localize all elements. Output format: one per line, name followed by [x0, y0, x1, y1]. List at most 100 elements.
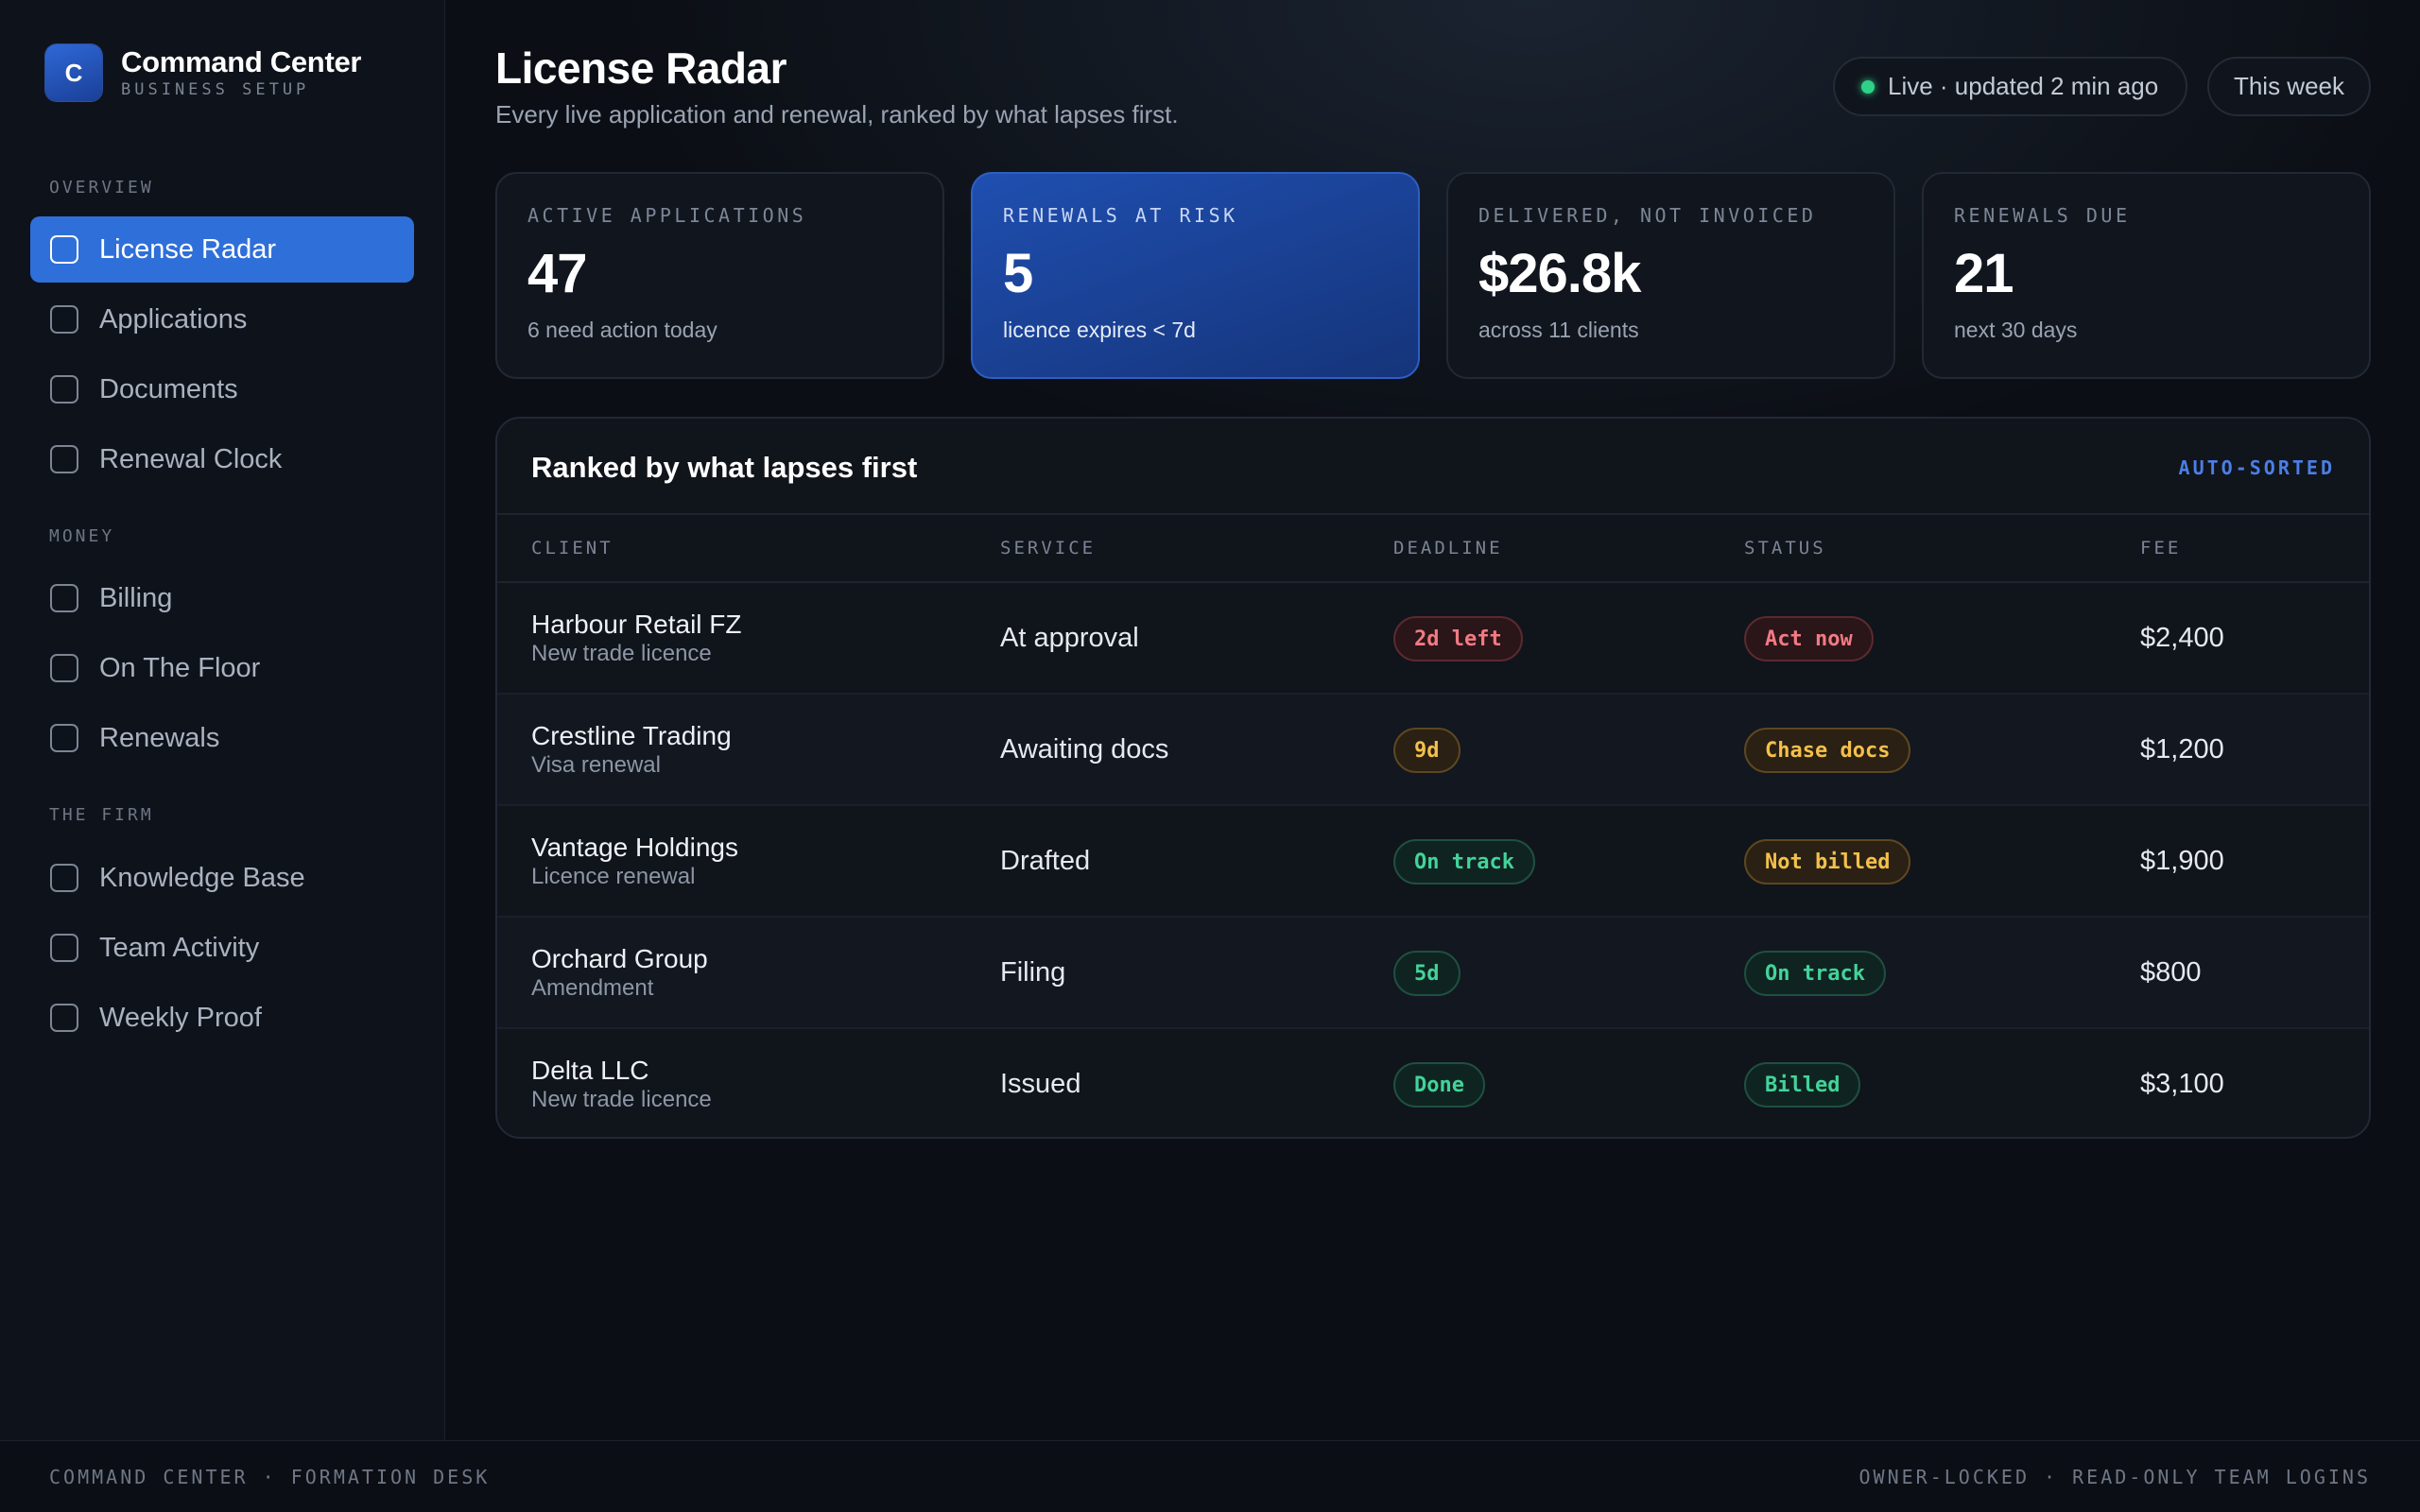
checkbox-icon [50, 724, 78, 752]
brand[interactable]: C Command Center BUSINESS SETUP [45, 44, 361, 101]
status-badge: Chase docs [1744, 728, 1911, 773]
status-badge: On track [1744, 951, 1886, 996]
sidebar-item-renewals[interactable]: Renewals [30, 705, 414, 771]
sidebar-item-label: Renewal Clock [99, 443, 283, 474]
live-status-text: Live · updated 2 min ago [1888, 72, 2159, 100]
stat-card-active-applications[interactable]: ACTIVE APPLICATIONS 47 6 need action tod… [495, 172, 944, 379]
checkbox-icon [50, 584, 78, 612]
stat-value: 5 [1003, 243, 1033, 304]
brand-logo: C [45, 44, 102, 101]
table-row[interactable]: Vantage Holdings Licence renewal Drafted… [497, 806, 2369, 918]
deadline-badge: Done [1393, 1062, 1485, 1108]
fee-value: $1,200 [2140, 734, 2224, 765]
auto-sorted-tag: AUTO-SORTED [2178, 456, 2335, 479]
status-badge: Not billed [1744, 839, 1911, 885]
client-service-type: New trade licence [531, 641, 712, 666]
table-title: Ranked by what lapses first [531, 451, 918, 484]
stat-note: 6 need action today [527, 318, 717, 342]
footer-left-text: COMMAND CENTER · FORMATION DESK [49, 1466, 491, 1488]
client-service-type: Licence renewal [531, 864, 696, 889]
column-header-status[interactable]: STATUS [1744, 538, 1826, 558]
service-stage: Filing [1000, 957, 1066, 988]
sidebar-item-renewal-clock[interactable]: Renewal Clock [30, 426, 414, 492]
checkbox-icon [50, 305, 78, 334]
service-stage: Awaiting docs [1000, 734, 1169, 765]
checkbox-icon [50, 445, 78, 473]
client-service-type: Visa renewal [531, 752, 661, 778]
sidebar-item-documents[interactable]: Documents [30, 356, 414, 422]
live-dot-icon [1861, 79, 1875, 94]
column-header-fee[interactable]: FEE [2140, 538, 2181, 558]
nav-section-overview: OVERVIEW [49, 178, 154, 198]
stat-note: across 11 clients [1478, 318, 1639, 342]
status-badge: Billed [1744, 1062, 1861, 1108]
stat-card-renewals-due[interactable]: RENEWALS DUE 21 next 30 days [1922, 172, 2371, 379]
page-title: License Radar [495, 43, 786, 93]
sidebar-item-weekly-proof[interactable]: Weekly Proof [30, 985, 414, 1051]
fee-value: $1,900 [2140, 846, 2224, 876]
table-header: CLIENT SERVICE DEADLINE STATUS FEE [497, 513, 2369, 583]
client-name: Delta LLC [531, 1056, 649, 1085]
table-row[interactable]: Delta LLC New trade licence Issued Done … [497, 1029, 2369, 1137]
client-name: Crestline Trading [531, 721, 732, 750]
checkbox-icon [50, 864, 78, 892]
checkbox-icon [50, 654, 78, 682]
column-header-client[interactable]: CLIENT [531, 538, 614, 558]
deadline-badge: 9d [1393, 728, 1461, 773]
live-status-pill: Live · updated 2 min ago [1833, 57, 2187, 116]
service-stage: At approval [1000, 623, 1139, 653]
checkbox-icon [50, 1004, 78, 1032]
checkbox-icon [50, 235, 78, 264]
sidebar-item-applications[interactable]: Applications [30, 286, 414, 352]
status-badge: Act now [1744, 616, 1874, 662]
sidebar: C Command Center BUSINESS SETUP OVERVIEW… [0, 0, 445, 1441]
client-name: Orchard Group [531, 944, 708, 973]
service-stage: Issued [1000, 1069, 1081, 1099]
sidebar-item-label: Team Activity [99, 932, 260, 963]
sidebar-item-license-radar[interactable]: License Radar [30, 216, 414, 283]
sidebar-item-label: Knowledge Base [99, 862, 305, 893]
stat-note: next 30 days [1954, 318, 2078, 342]
nav-section-money: MONEY [49, 526, 115, 546]
column-header-service[interactable]: SERVICE [1000, 538, 1096, 558]
footer: COMMAND CENTER · FORMATION DESK OWNER-LO… [0, 1440, 2420, 1512]
checkbox-icon [50, 375, 78, 404]
service-stage: Drafted [1000, 846, 1091, 876]
page-subtitle: Every live application and renewal, rank… [495, 100, 1179, 129]
stat-card-renewals-at-risk[interactable]: RENEWALS AT RISK 5 licence expires < 7d [971, 172, 1420, 379]
table-row[interactable]: Harbour Retail FZ New trade licence At a… [497, 583, 2369, 695]
stat-label: RENEWALS DUE [1954, 204, 2131, 227]
sidebar-item-label: On The Floor [99, 652, 261, 683]
stat-value: 21 [1954, 243, 2014, 304]
table-row[interactable]: Crestline Trading Visa renewal Awaiting … [497, 695, 2369, 806]
stat-card-delivered-not-invoiced[interactable]: DELIVERED, NOT INVOICED $26.8k across 11… [1446, 172, 1895, 379]
stat-label: ACTIVE APPLICATIONS [527, 204, 807, 227]
sidebar-item-label: Applications [99, 303, 248, 335]
checkbox-icon [50, 934, 78, 962]
stat-value: $26.8k [1478, 243, 1641, 304]
client-service-type: Amendment [531, 975, 654, 1001]
sidebar-item-on-the-floor[interactable]: On The Floor [30, 635, 414, 701]
sidebar-item-knowledge-base[interactable]: Knowledge Base [30, 845, 414, 911]
stat-label: DELIVERED, NOT INVOICED [1478, 204, 1817, 227]
deadline-badge: 5d [1393, 951, 1461, 996]
nav-section-the-firm: THE FIRM [49, 805, 154, 825]
sidebar-item-label: License Radar [99, 233, 276, 265]
period-selector[interactable]: This week [2207, 57, 2371, 116]
sidebar-item-billing[interactable]: Billing [30, 565, 414, 631]
column-header-deadline[interactable]: DEADLINE [1393, 538, 1503, 558]
footer-right-text: OWNER-LOCKED · READ-ONLY TEAM LOGINS [1858, 1466, 2371, 1488]
stat-label: RENEWALS AT RISK [1003, 204, 1238, 227]
sidebar-item-label: Weekly Proof [99, 1002, 262, 1033]
sidebar-item-label: Renewals [99, 722, 220, 753]
sidebar-item-label: Documents [99, 373, 238, 404]
deadline-badge: 2d left [1393, 616, 1523, 662]
sidebar-item-team-activity[interactable]: Team Activity [30, 915, 414, 981]
stat-value: 47 [527, 243, 588, 304]
fee-value: $800 [2140, 957, 2202, 988]
table-row[interactable]: Orchard Group Amendment Filing 5d On tra… [497, 918, 2369, 1029]
fee-value: $2,400 [2140, 623, 2224, 653]
stat-note: licence expires < 7d [1003, 318, 1196, 342]
client-name: Vantage Holdings [531, 833, 738, 862]
fee-value: $3,100 [2140, 1069, 2224, 1099]
